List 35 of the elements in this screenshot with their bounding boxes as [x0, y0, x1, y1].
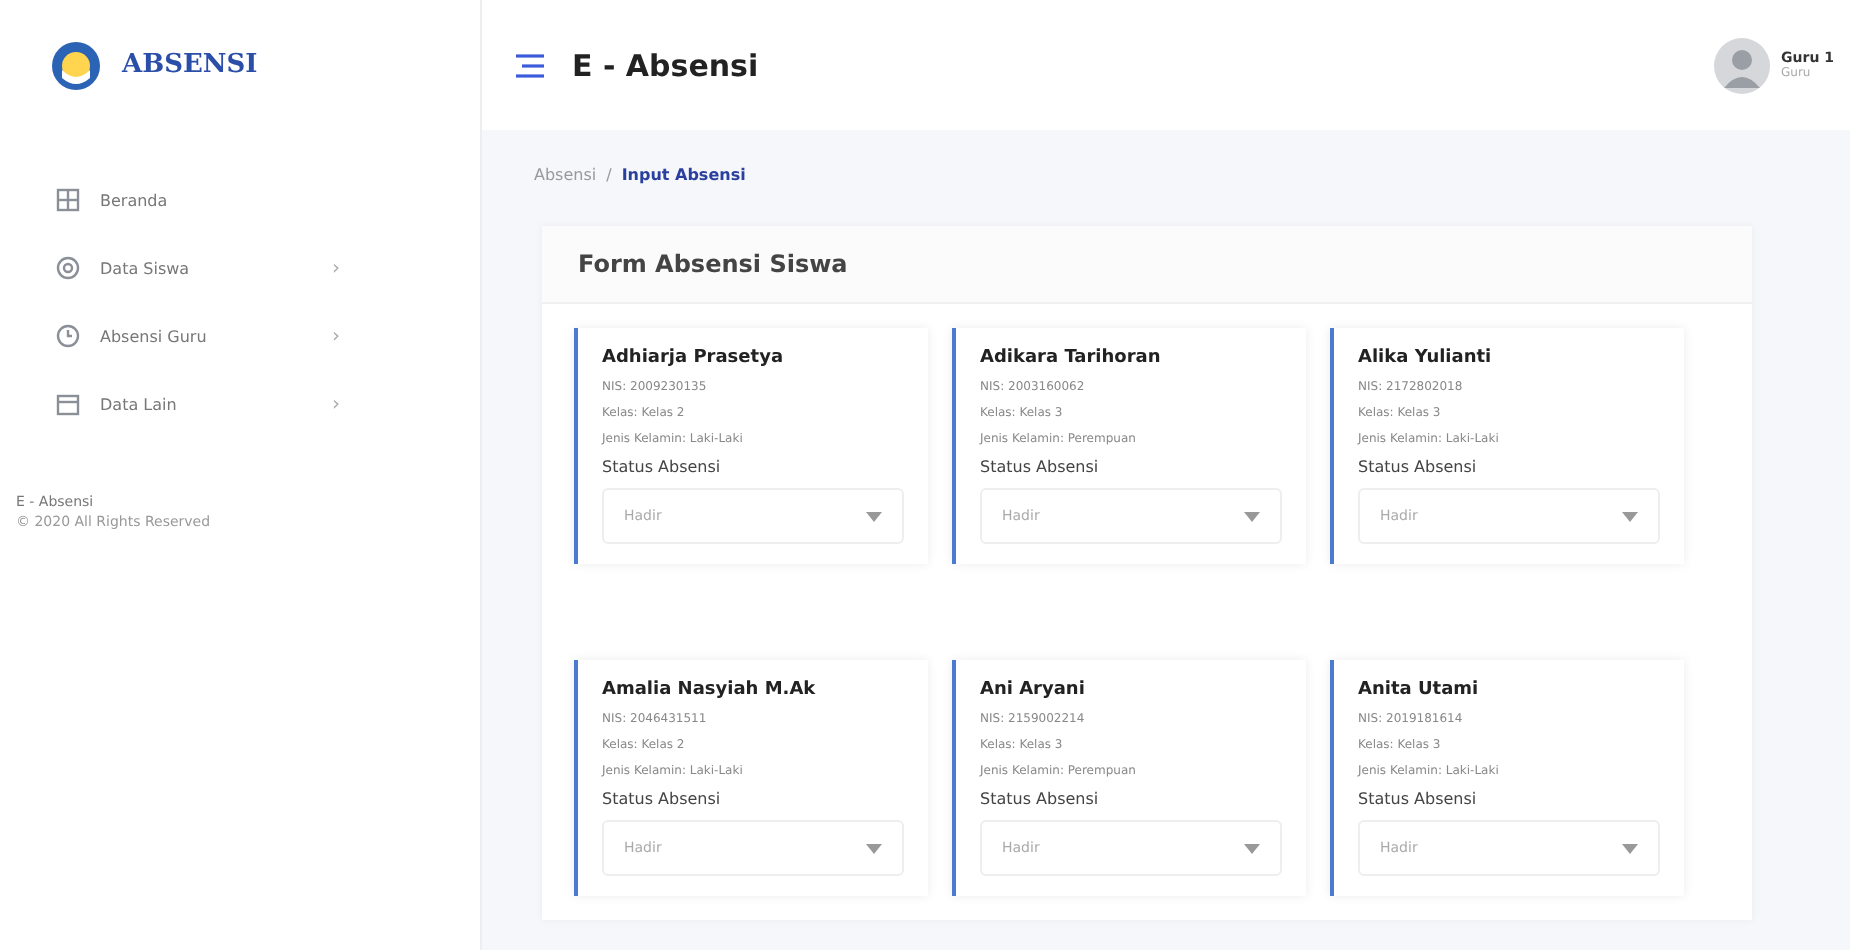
grid-icon [56, 188, 80, 212]
sidebar-item[interactable]: Absensi Guru › [0, 302, 480, 370]
status-label: Status Absensi [602, 458, 723, 476]
student-name: Adikara Tarihoran [980, 348, 1163, 368]
calendar-icon [56, 392, 80, 416]
student-name: Amalia Nasyiah M.Ak [602, 680, 818, 700]
page-title: E - Absensi [572, 47, 759, 83]
breadcrumb-link[interactable]: Input Absensi [621, 165, 746, 183]
chevron-down-icon [866, 511, 882, 521]
logo-icon [50, 39, 102, 91]
student-name: Anita Utami [1358, 680, 1481, 700]
avatar-icon[interactable] [1713, 37, 1770, 93]
sidebar-item[interactable]: Data Lain › [0, 370, 480, 438]
status-label: Status Absensi [1358, 458, 1479, 476]
status-label: Status Absensi [1358, 790, 1479, 808]
sidebar-item[interactable]: Beranda [0, 166, 480, 234]
chevron-down-icon [1622, 511, 1638, 521]
status-label: Status Absensi [602, 790, 723, 808]
form-title: Form Absensi Siswa [542, 226, 1752, 304]
breadcrumb-link[interactable]: Absensi [534, 165, 597, 183]
chevron-down-icon [1244, 843, 1260, 853]
chevron-down-icon [866, 843, 882, 853]
chevron-down-icon [1244, 511, 1260, 521]
student-name: Ani Aryani [980, 680, 1087, 700]
gear-icon [56, 256, 80, 280]
sidebar-item[interactable]: Data Siswa › [0, 234, 480, 302]
menu-icon[interactable] [516, 53, 544, 77]
student-name: Alika Yulianti [1358, 348, 1494, 368]
brand-name: ABSENSI [122, 50, 258, 80]
breadcrumb-separator: / [606, 165, 612, 183]
clock-icon [56, 324, 80, 348]
status-label: Status Absensi [980, 458, 1101, 476]
student-name: Adhiarja Prasetya [602, 348, 786, 368]
chevron-down-icon [1622, 843, 1638, 853]
status-label: Status Absensi [980, 790, 1101, 808]
